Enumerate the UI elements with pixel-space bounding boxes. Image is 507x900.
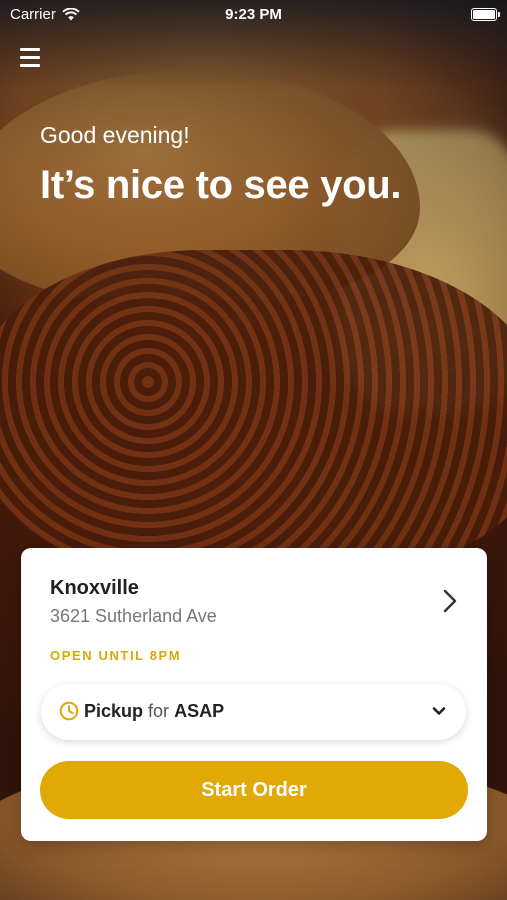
start-order-button[interactable]: Start Order bbox=[40, 761, 468, 819]
location-card: Knoxville 3621 Sutherland Ave OPEN UNTIL… bbox=[21, 548, 487, 841]
hours-status: OPEN UNTIL 8PM bbox=[50, 648, 182, 663]
menu-button[interactable] bbox=[20, 48, 42, 68]
pickup-summary: Pickup for ASAP bbox=[84, 701, 224, 722]
status-bar: Carrier 9:23 PM bbox=[0, 0, 507, 28]
change-location-button[interactable] bbox=[439, 588, 461, 614]
location-address: 3621 Sutherland Ave bbox=[50, 606, 217, 626]
battery-icon bbox=[471, 8, 500, 21]
status-time: 9:23 PM bbox=[225, 6, 282, 23]
chevron-down-icon bbox=[432, 707, 446, 715]
pickup-mode: Pickup bbox=[84, 701, 144, 721]
pickup-time: ASAP bbox=[174, 701, 225, 721]
pickup-time-selector[interactable]: Pickup for ASAP bbox=[41, 684, 466, 740]
greeting-text: Good evening! bbox=[40, 122, 190, 148]
pickup-connector: for bbox=[148, 701, 170, 721]
chevron-right-icon bbox=[443, 589, 457, 613]
clock-icon bbox=[59, 701, 79, 721]
location-name: Knoxville bbox=[50, 577, 139, 599]
welcome-headline: It’s nice to see you. bbox=[40, 163, 402, 207]
